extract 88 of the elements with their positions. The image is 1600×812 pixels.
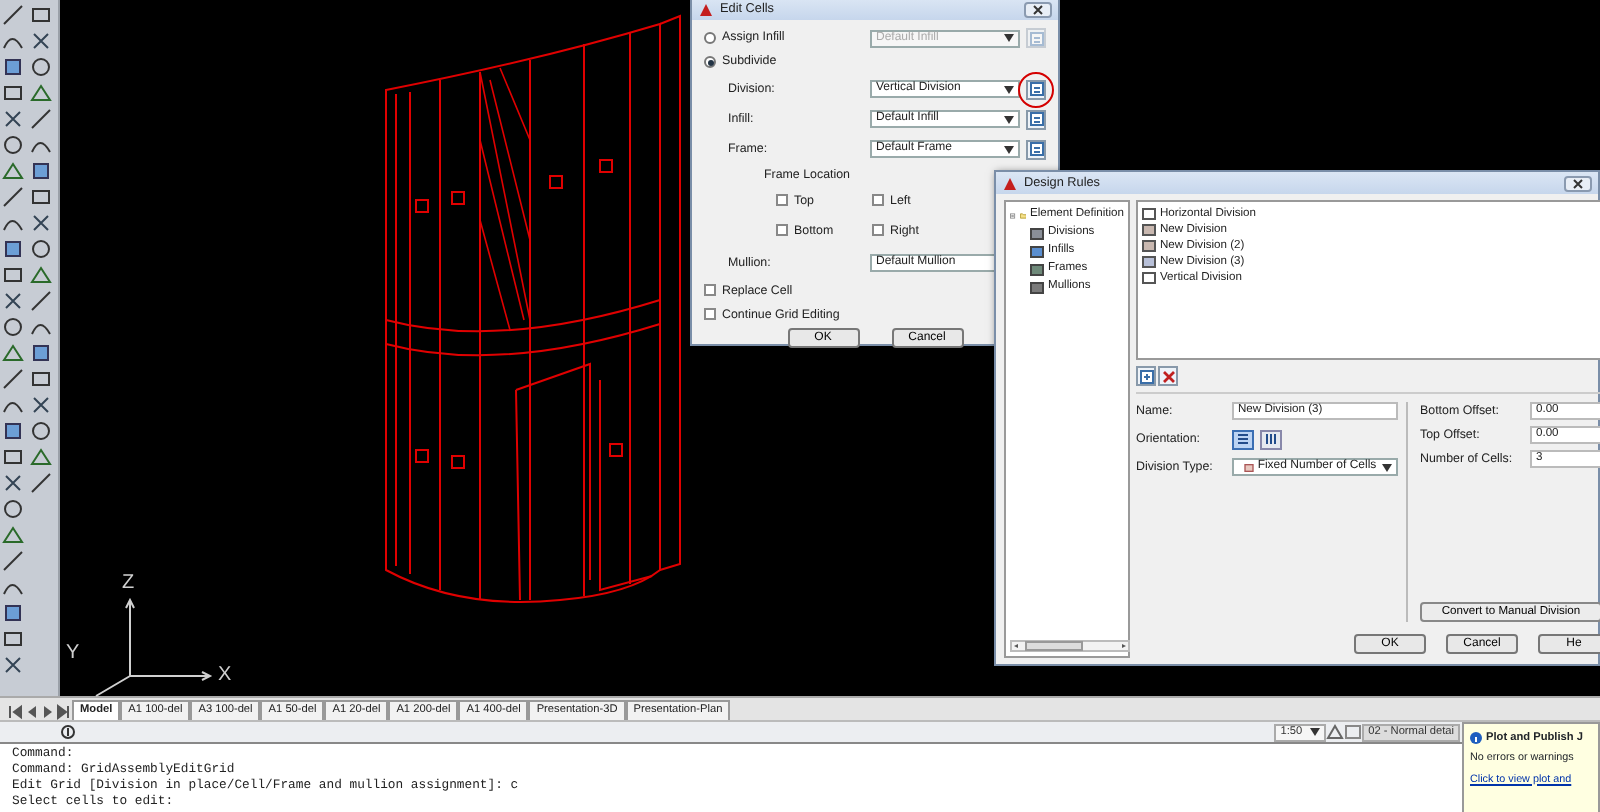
- axis-label: X: [218, 666, 232, 686]
- line-icon[interactable]: [2, 4, 24, 26]
- rectangle-icon[interactable]: [30, 4, 52, 26]
- style-manager-button[interactable]: [1026, 139, 1046, 159]
- horizontal-lines-icon: [1236, 432, 1250, 446]
- axis-label: Y: [66, 644, 80, 664]
- triangle-icon[interactable]: [30, 446, 52, 468]
- sheet-icon: [1029, 112, 1043, 126]
- new-item-icon: [1139, 369, 1153, 383]
- delete-icon: [1161, 369, 1175, 383]
- line-icon[interactable]: [2, 368, 24, 390]
- division-type-icon: [1243, 463, 1254, 471]
- triangle-icon[interactable]: [2, 524, 24, 546]
- orientation-toggle[interactable]: [1260, 429, 1282, 449]
- rectangle-icon[interactable]: [30, 368, 52, 390]
- app-logo-icon: [1002, 175, 1018, 191]
- cross-icon[interactable]: [2, 108, 24, 130]
- last-page-icon[interactable]: [56, 704, 70, 721]
- circle-icon[interactable]: [2, 316, 24, 338]
- new-button[interactable]: [1136, 366, 1156, 386]
- square-icon[interactable]: [2, 420, 24, 442]
- sheet-icon: [1029, 82, 1043, 96]
- cross-icon[interactable]: [2, 472, 24, 494]
- square-icon[interactable]: [30, 342, 52, 364]
- square-icon[interactable]: [2, 238, 24, 260]
- visibility-icon[interactable]: [1344, 724, 1363, 741]
- rectangle-icon[interactable]: [2, 628, 24, 650]
- ucs-axes-icon: [95, 597, 213, 697]
- circle-icon[interactable]: [30, 238, 52, 260]
- cross-icon[interactable]: [2, 290, 24, 312]
- cross-icon[interactable]: [2, 654, 24, 676]
- circle-icon[interactable]: [2, 134, 24, 156]
- previous-page-icon[interactable]: [24, 704, 38, 721]
- square-icon[interactable]: [2, 56, 24, 78]
- caret-icon: [1004, 145, 1014, 153]
- line-icon[interactable]: [30, 290, 52, 312]
- close-icon: [1032, 3, 1044, 15]
- info-icon: [1470, 732, 1482, 745]
- circle-icon[interactable]: [30, 56, 52, 78]
- checkbox[interactable]: [704, 284, 716, 297]
- collapse-icon[interactable]: [1010, 209, 1016, 221]
- rectangle-icon[interactable]: [2, 264, 24, 286]
- circle-icon[interactable]: [2, 498, 24, 520]
- line-icon[interactable]: [30, 472, 52, 494]
- rectangle-icon[interactable]: [2, 446, 24, 468]
- snap-icon[interactable]: [60, 724, 76, 741]
- triangle-icon[interactable]: [30, 82, 52, 104]
- circle-icon[interactable]: [30, 420, 52, 442]
- cross-icon[interactable]: [30, 30, 52, 52]
- style-manager-button[interactable]: [1026, 109, 1046, 129]
- rectangle-icon[interactable]: [30, 186, 52, 208]
- caret-icon: [1004, 115, 1014, 123]
- sheet-icon: [1029, 31, 1043, 45]
- orientation-toggle[interactable]: [1232, 429, 1254, 449]
- line-icon[interactable]: [2, 186, 24, 208]
- square-icon[interactable]: [30, 160, 52, 182]
- triangle-icon[interactable]: [2, 342, 24, 364]
- close-icon: [1572, 177, 1584, 189]
- checkbox[interactable]: [704, 308, 716, 321]
- rectangle-icon[interactable]: [2, 82, 24, 104]
- radio-button[interactable]: [704, 56, 716, 68]
- checkbox[interactable]: [872, 194, 884, 207]
- checkbox[interactable]: [776, 194, 788, 207]
- line-icon[interactable]: [2, 550, 24, 572]
- first-page-icon[interactable]: [8, 704, 22, 721]
- folder-icon: [1019, 209, 1026, 221]
- vertical-lines-icon: [1264, 432, 1278, 446]
- close-button[interactable]: [1024, 1, 1052, 17]
- checkbox[interactable]: [872, 224, 884, 237]
- horizontal-scrollbar[interactable]: [1010, 640, 1130, 652]
- cross-icon[interactable]: [30, 212, 52, 234]
- line-icon[interactable]: [30, 108, 52, 130]
- triangle-icon[interactable]: [2, 160, 24, 182]
- caret-icon: [1310, 728, 1321, 737]
- app-logo-icon: [698, 1, 714, 17]
- axis-label: Z: [122, 574, 135, 594]
- triangle-icon[interactable]: [30, 264, 52, 286]
- caret-icon: [1004, 34, 1014, 42]
- checkbox[interactable]: [776, 224, 788, 237]
- close-button[interactable]: [1564, 175, 1592, 191]
- caret-icon: [1004, 85, 1014, 93]
- sheet-icon: [1029, 142, 1043, 156]
- next-page-icon[interactable]: [40, 704, 54, 721]
- caret-icon: [1381, 463, 1392, 471]
- square-icon[interactable]: [2, 602, 24, 624]
- annotation-scale-icon[interactable]: [1326, 724, 1345, 741]
- delete-button[interactable]: [1158, 366, 1178, 386]
- cross-icon[interactable]: [30, 394, 52, 416]
